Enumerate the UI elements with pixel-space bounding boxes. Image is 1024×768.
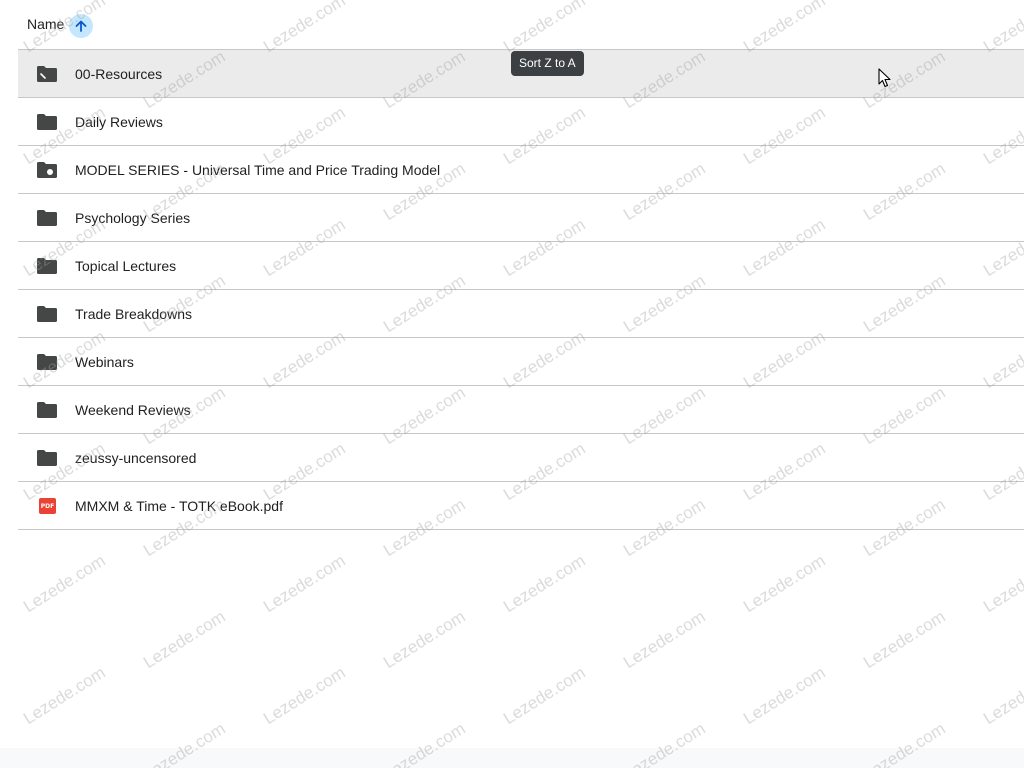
file-row-psychology-series[interactable]: Psychology Series (18, 194, 1024, 242)
watermark-text: Lezede.com (620, 606, 709, 673)
watermark-text: Lezede.com (20, 550, 109, 617)
file-row-model-series[interactable]: MODEL SERIES - Universal Time and Price … (18, 146, 1024, 194)
file-row-zeussy-uncensored[interactable]: zeussy-uncensored (18, 434, 1024, 482)
folder-icon (37, 354, 57, 370)
watermark-text: Lezede.com (980, 550, 1024, 617)
shared-folder-icon (37, 66, 57, 82)
file-row-daily-reviews[interactable]: Daily Reviews (18, 98, 1024, 146)
folder-icon (37, 258, 57, 274)
folder-icon (37, 114, 57, 130)
watermark-text: Lezede.com (260, 662, 349, 729)
file-row-webinars[interactable]: Webinars (18, 338, 1024, 386)
bottom-bar (0, 748, 1024, 768)
file-name: zeussy-uncensored (75, 450, 197, 466)
file-name: 00-Resources (75, 66, 163, 82)
file-name: Daily Reviews (75, 114, 163, 130)
watermark-text: Lezede.com (860, 606, 949, 673)
file-row-trade-breakdowns[interactable]: Trade Breakdowns (18, 290, 1024, 338)
file-row-mmxm-ebook[interactable]: PDF MMXM & Time - TOTK eBook.pdf (18, 482, 1024, 530)
watermark-text: Lezede.com (500, 550, 589, 617)
file-name: MODEL SERIES - Universal Time and Price … (75, 162, 441, 178)
file-row-topical-lectures[interactable]: Topical Lectures (18, 242, 1024, 290)
file-name: Trade Breakdowns (75, 306, 192, 322)
folder-icon (37, 450, 57, 466)
watermark-text: Lezede.com (260, 550, 349, 617)
watermark-text: Lezede.com (380, 606, 469, 673)
folder-icon (37, 306, 57, 322)
shared-folder-icon (37, 162, 57, 178)
watermark-text: Lezede.com (740, 550, 829, 617)
column-header: Name (18, 0, 1024, 50)
file-row-weekend-reviews[interactable]: Weekend Reviews (18, 386, 1024, 434)
folder-icon (37, 210, 57, 226)
folder-icon (37, 402, 57, 418)
watermark-text: Lezede.com (20, 662, 109, 729)
watermark-text: Lezede.com (980, 662, 1024, 729)
file-list-page: Name Sort Z to A 00-Resources Daily Revi… (0, 0, 1024, 768)
watermark-text: Lezede.com (500, 662, 589, 729)
file-list: 00-Resources Daily Reviews MODEL SERIES … (18, 50, 1024, 530)
name-column-header[interactable]: Name (27, 16, 64, 32)
pdf-file-icon: PDF (39, 498, 56, 514)
mouse-pointer-icon (878, 68, 891, 88)
watermark-text: Lezede.com (140, 606, 229, 673)
arrow-up-icon (75, 20, 87, 32)
file-name: Webinars (75, 354, 134, 370)
watermark-text: Lezede.com (740, 662, 829, 729)
file-name: MMXM & Time - TOTK eBook.pdf (75, 498, 283, 514)
sort-tooltip: Sort Z to A (511, 51, 584, 76)
file-name: Topical Lectures (75, 258, 177, 274)
file-name: Psychology Series (75, 210, 191, 226)
sort-direction-button[interactable] (69, 14, 93, 38)
file-name: Weekend Reviews (75, 402, 191, 418)
